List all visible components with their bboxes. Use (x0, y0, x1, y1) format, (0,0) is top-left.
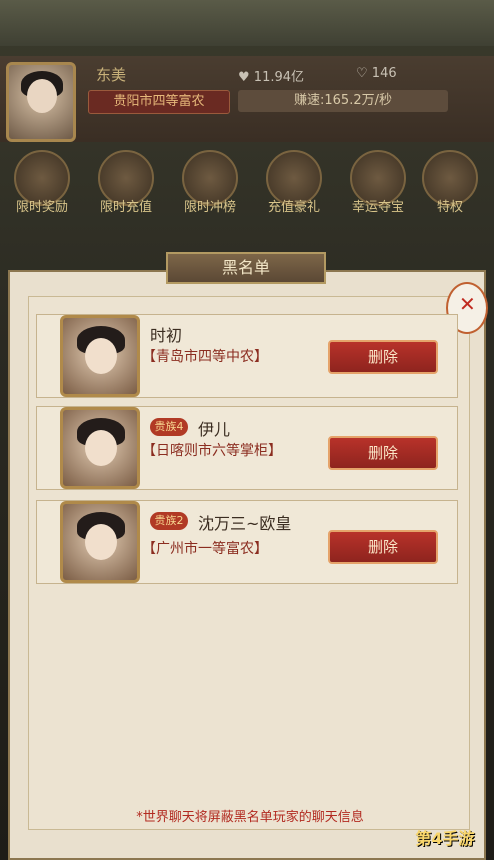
entry-name: 伊儿 (198, 420, 231, 439)
currency-icon: ♥ (238, 70, 250, 85)
vip-badge: 贵族4 (150, 418, 188, 436)
watermark-logo: 第4手游 (415, 829, 475, 848)
top-background (0, 0, 494, 46)
face-shape (85, 524, 117, 560)
player-avatar[interactable] (6, 62, 76, 142)
currency-amount: 11.94亿 (253, 70, 305, 85)
icon-label[interactable]: 限时奖励 (2, 196, 82, 215)
entry-rank: 【青岛市四等中农】 (142, 349, 268, 365)
face-shape (85, 338, 117, 374)
close-icon[interactable]: ✕ (459, 292, 476, 316)
icon-label[interactable]: 充值豪礼 (254, 196, 334, 215)
entry-name: 沈万三~欧皇 (198, 514, 292, 533)
delete-button[interactable]: 删除 (328, 340, 438, 374)
entry-name: 时初 (150, 326, 183, 345)
icon-label[interactable]: 幸运夺宝 (338, 196, 418, 215)
hearts-display: ♡ 146 (356, 66, 397, 81)
icon-label[interactable]: 特权 (410, 196, 490, 215)
earn-speed: 赚速:165.2万/秒 (238, 90, 448, 112)
face-shape (27, 79, 57, 113)
entry-avatar[interactable] (60, 407, 140, 489)
entry-avatar[interactable] (60, 501, 140, 583)
panel-title: 黑名单 (166, 252, 326, 284)
heart-icon: ♡ (356, 66, 368, 81)
icon-label[interactable]: 限时充值 (86, 196, 166, 215)
player-name: 东美 (96, 66, 127, 84)
entry-rank: 【广州市一等富农】 (142, 541, 268, 557)
face-shape (85, 430, 117, 466)
currency-display: ♥ 11.94亿 (238, 66, 304, 85)
hearts-amount: 146 (371, 66, 397, 81)
delete-button[interactable]: 删除 (328, 530, 438, 564)
player-rank: 贵阳市四等富农 (88, 90, 230, 114)
delete-button[interactable]: 删除 (328, 436, 438, 470)
entry-avatar[interactable] (60, 315, 140, 397)
footer-note: *世界聊天将屏蔽黑名单玩家的聊天信息 (136, 810, 364, 825)
icon-label[interactable]: 限时冲榜 (170, 196, 250, 215)
entry-rank: 【日喀则市六等掌柜】 (142, 443, 282, 459)
vip-badge: 贵族2 (150, 512, 188, 530)
